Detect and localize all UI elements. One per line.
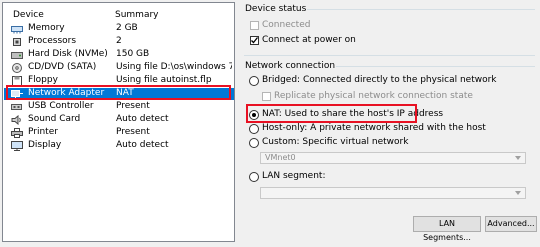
display-icon [11, 141, 23, 151]
connected-label: Connected [262, 20, 311, 30]
bridged-label: Bridged: Connected directly to the physi… [262, 75, 497, 85]
bridged-radio[interactable] [249, 76, 259, 86]
sound-card-icon [11, 114, 23, 126]
host-only-label: Host-only: A private network shared with… [262, 123, 486, 133]
cd-dvd-icon [11, 63, 23, 73]
device-row-memory[interactable]: Memory 2 GB [4, 23, 234, 35]
device-name: Hard Disk (NVMe) [28, 49, 108, 59]
device-summary: Present [116, 101, 150, 111]
group-border [244, 55, 535, 56]
connect-at-power-on-label: Connect at power on [262, 35, 356, 45]
device-name: Sound Card [28, 114, 81, 124]
device-summary: Using file autoinst.flp [116, 75, 212, 85]
connected-checkbox[interactable] [250, 21, 259, 30]
device-summary: Present [116, 127, 150, 137]
device-name: USB Controller [28, 101, 94, 111]
hard-disk-icon [11, 50, 23, 60]
lan-segment-label: LAN segment: [262, 171, 326, 181]
device-name: CD/DVD (SATA) [28, 62, 97, 72]
chevron-down-icon [515, 191, 521, 195]
device-summary: Using file D:\os\windows 7\... [116, 62, 232, 72]
device-summary: 2 GB [116, 23, 138, 33]
cpu-icon [11, 37, 23, 47]
device-name: Printer [28, 127, 58, 137]
lan-segment-select[interactable] [260, 187, 526, 199]
device-summary: 2 [116, 36, 122, 46]
device-name: Memory [28, 23, 65, 33]
device-status-title: Device status [244, 4, 308, 14]
vmnet-select-value: VMnet0 [265, 153, 296, 162]
device-row-hard-disk[interactable]: Hard Disk (NVMe) 150 GB [4, 49, 234, 61]
device-row-display[interactable]: Display Auto detect [4, 140, 234, 152]
device-row-processors[interactable]: Processors 2 [4, 36, 234, 48]
device-name: Floppy [28, 75, 58, 85]
device-row-printer[interactable]: Printer Present [4, 127, 234, 139]
chevron-down-icon [515, 156, 521, 160]
host-only-radio[interactable] [249, 124, 259, 134]
device-summary: Auto detect [116, 114, 169, 124]
device-list[interactable]: Device Summary Memory 2 GB Processors 2 … [2, 2, 235, 242]
printer-icon [11, 128, 23, 138]
highlight-box-network-adapter [6, 85, 231, 100]
advanced-button[interactable]: Advanced... [485, 216, 537, 232]
vmnet-select[interactable]: VMnet0 [260, 152, 526, 164]
replicate-state-checkbox[interactable] [262, 92, 271, 101]
memory-icon [11, 24, 23, 34]
custom-label: Custom: Specific virtual network [262, 137, 409, 147]
highlight-box-nat [246, 104, 417, 123]
connect-at-power-on-checkbox[interactable] [250, 36, 259, 45]
device-row-cd-dvd[interactable]: CD/DVD (SATA) Using file D:\os\windows 7… [4, 62, 234, 74]
device-row-usb-controller[interactable]: USB Controller Present [4, 101, 234, 113]
usb-icon [11, 102, 23, 112]
custom-radio[interactable] [249, 138, 259, 148]
column-header-summary[interactable]: Summary [115, 10, 159, 20]
device-row-sound-card[interactable]: Sound Card Auto detect [4, 114, 234, 126]
device-summary: Auto detect [116, 140, 169, 150]
lan-segment-radio[interactable] [249, 172, 259, 182]
replicate-state-label: Replicate physical network connection st… [274, 91, 473, 101]
device-name: Processors [28, 36, 77, 46]
device-summary: 150 GB [116, 49, 150, 59]
device-name: Display [28, 140, 62, 150]
lan-segments-button[interactable]: LAN Segments... [413, 216, 481, 242]
column-header-device[interactable]: Device [13, 10, 44, 20]
network-connection-title: Network connection [244, 61, 337, 71]
